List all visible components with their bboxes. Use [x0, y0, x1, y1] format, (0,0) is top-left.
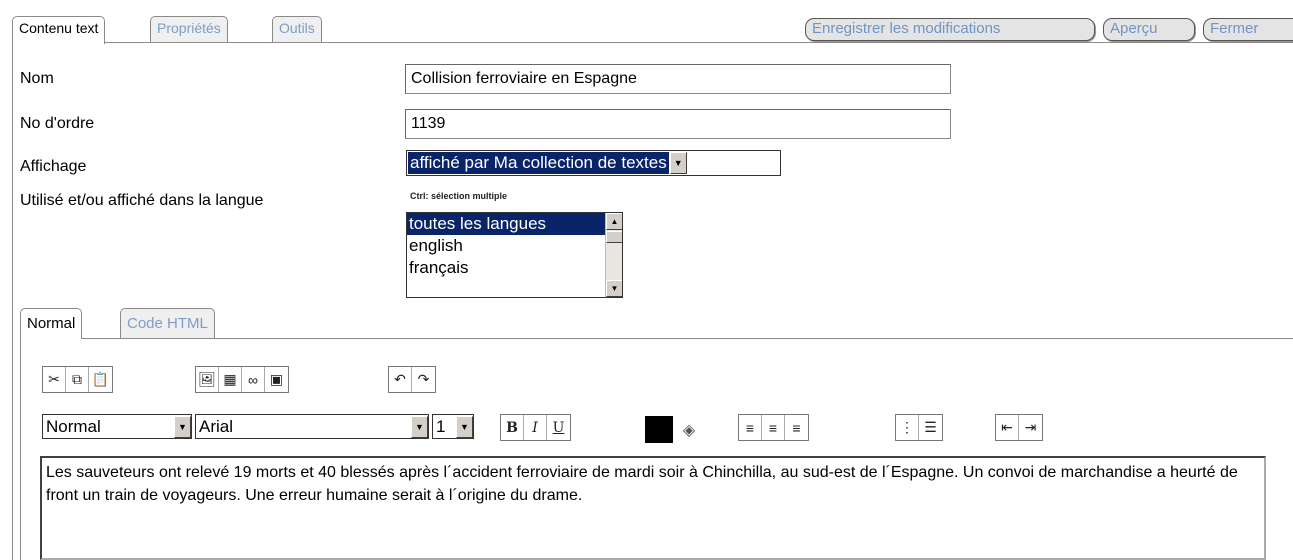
style-toolbar: B I U — [500, 414, 571, 441]
align-toolbar: ≡ ≡ ≡ — [738, 414, 809, 441]
insert-toolbar: 🖼 ▦ ∞ ▣ — [195, 366, 289, 393]
chevron-down-icon[interactable]: ▼ — [456, 415, 473, 438]
align-center-icon[interactable]: ≡ — [762, 415, 785, 440]
align-left-icon[interactable]: ≡ — [739, 415, 762, 440]
background-color-icon[interactable]: ◈ — [676, 416, 702, 443]
chevron-down-icon[interactable]: ▼ — [174, 415, 191, 438]
list-toolbar: ⋮ ☰ — [895, 414, 943, 441]
cut-icon[interactable]: ✂ — [43, 367, 66, 392]
close-button[interactable]: Fermer — [1203, 18, 1293, 41]
preview-button[interactable]: Aperçu — [1103, 18, 1195, 41]
copy-icon[interactable]: ⧉ — [66, 367, 89, 392]
font-select[interactable]: Arial ▼ — [195, 414, 429, 439]
size-value: 1 — [436, 416, 446, 436]
indent-toolbar: ⇤ ⇥ — [995, 414, 1043, 441]
size-select[interactable]: 1 ▼ — [432, 414, 474, 439]
tab-contenu-text[interactable]: Contenu text — [12, 16, 106, 44]
image-icon[interactable]: 🖼 — [196, 367, 219, 392]
chevron-down-icon[interactable]: ▼ — [411, 415, 428, 438]
font-value: Arial — [199, 416, 234, 436]
insert-object-icon[interactable]: ▣ — [265, 367, 288, 392]
tab-normal[interactable]: Normal — [20, 308, 83, 339]
link-icon[interactable]: ∞ — [242, 367, 265, 392]
history-toolbar: ↶ ↷ — [388, 366, 436, 393]
indent-icon[interactable]: ⇥ — [1019, 415, 1042, 440]
italic-button[interactable]: I — [524, 415, 547, 440]
outdent-icon[interactable]: ⇤ — [996, 415, 1019, 440]
text-color-swatch[interactable] — [645, 416, 673, 443]
ordered-list-icon[interactable]: ⋮ — [896, 415, 919, 440]
paste-icon[interactable]: 📋 — [89, 367, 112, 392]
unordered-list-icon[interactable]: ☰ — [919, 415, 942, 440]
format-select[interactable]: Normal ▼ — [42, 414, 192, 439]
clipboard-toolbar: ✂ ⧉ 📋 — [42, 366, 113, 393]
redo-icon[interactable]: ↷ — [412, 367, 435, 392]
tab-outils[interactable]: Outils — [272, 16, 322, 43]
undo-icon[interactable]: ↶ — [389, 367, 412, 392]
save-button[interactable]: Enregistrer les modifications — [805, 18, 1095, 41]
table-icon[interactable]: ▦ — [219, 367, 242, 392]
align-right-icon[interactable]: ≡ — [785, 415, 808, 440]
underline-button[interactable]: U — [547, 415, 570, 440]
bold-button[interactable]: B — [501, 415, 524, 440]
format-value: Normal — [46, 416, 101, 436]
editor-content[interactable]: Les sauveteurs ont relevé 19 morts et 40… — [40, 456, 1266, 560]
tab-proprietes[interactable]: Propriétés — [150, 16, 228, 43]
